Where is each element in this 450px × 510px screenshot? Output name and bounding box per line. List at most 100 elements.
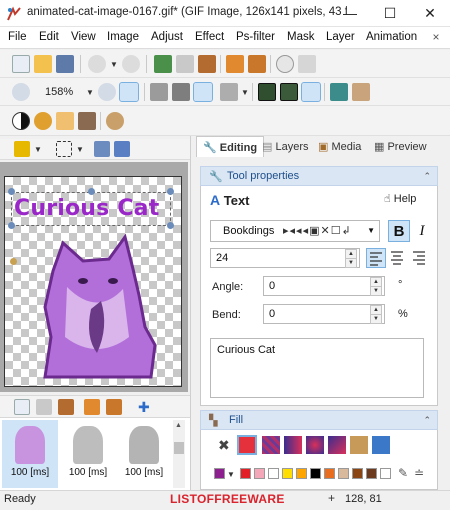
palette-swatch[interactable] <box>214 468 225 479</box>
menu-view[interactable]: View <box>71 31 96 43</box>
layer-above-icon[interactable] <box>172 83 190 101</box>
maximize-button[interactable]: ☐ <box>370 0 410 27</box>
tab-media[interactable]: ▣ Media <box>312 136 367 157</box>
image-view-icon[interactable] <box>301 82 321 102</box>
palette-swatch[interactable] <box>380 468 391 479</box>
palette-swatch[interactable] <box>352 468 363 479</box>
menu-ps-filter[interactable]: Ps-filter <box>236 31 275 43</box>
zoom-level[interactable]: 158% <box>45 86 73 98</box>
angle-field[interactable]: 0 ▲ ▼ <box>263 276 385 296</box>
font-dropdown-icon[interactable]: ▼ <box>367 226 375 235</box>
align-right-button[interactable] <box>410 248 430 268</box>
layer-below-icon[interactable] <box>150 83 168 101</box>
palette-swatch[interactable] <box>282 468 293 479</box>
arrows-icon[interactable] <box>114 141 130 157</box>
palette-menu-icon[interactable]: ≐ <box>414 466 424 480</box>
palette-swatch[interactable] <box>310 468 321 479</box>
rotate-handle[interactable] <box>10 258 17 265</box>
selection-icon[interactable] <box>56 141 72 157</box>
font-size-field[interactable]: 24 ▲ ▼ <box>210 248 360 268</box>
text-input[interactable]: Curious Cat <box>210 338 424 398</box>
eyedropper-icon[interactable]: ✎ <box>398 466 408 480</box>
undo-dropdown-icon[interactable]: ▼ <box>110 60 118 69</box>
bold-button[interactable]: B <box>388 220 410 242</box>
pattern-fill-button[interactable] <box>262 436 280 454</box>
fit-to-window-icon[interactable] <box>119 82 139 102</box>
help-button[interactable]: ☝ Help <box>384 192 416 205</box>
diagonal-gradient-button[interactable] <box>328 436 346 454</box>
bend-field[interactable]: 0 ▲ ▼ <box>263 304 385 324</box>
palette-swatch[interactable] <box>366 468 377 479</box>
grid-dots-icon[interactable] <box>280 83 298 101</box>
resize-handle[interactable] <box>8 188 15 195</box>
new-file-icon[interactable] <box>12 55 30 73</box>
menu-layer[interactable]: Layer <box>326 31 355 43</box>
fill-header[interactable]: ▚ Fill ⌃ <box>200 410 438 430</box>
layers-dropdown-icon[interactable]: ▼ <box>241 88 249 97</box>
collapse-icon[interactable]: ⌃ <box>423 415 431 426</box>
menu-edit[interactable]: Edit <box>39 31 59 43</box>
palette-swatch[interactable] <box>240 468 251 479</box>
menu-animation[interactable]: Animation <box>366 31 417 43</box>
ruler-icon[interactable] <box>352 83 370 101</box>
crop-icon[interactable] <box>226 55 244 73</box>
cut-icon[interactable] <box>154 55 172 73</box>
no-fill-icon[interactable]: ✖ <box>218 437 230 454</box>
moon-icon[interactable] <box>34 112 52 130</box>
zoom-icon[interactable] <box>12 83 30 101</box>
pen-icon[interactable] <box>94 141 110 157</box>
linear-gradient-button[interactable] <box>284 436 302 454</box>
scroll-thumb[interactable] <box>174 442 184 454</box>
palette-swatch[interactable] <box>268 468 279 479</box>
image-fill-button[interactable] <box>372 436 390 454</box>
align-left-button[interactable] <box>366 248 386 268</box>
align-center-button[interactable] <box>388 248 408 268</box>
canvas-text[interactable]: Curious Cat <box>14 196 159 221</box>
zoom-dropdown-icon[interactable]: ▼ <box>86 88 94 97</box>
resize-handle[interactable] <box>167 188 174 195</box>
open-folder-icon[interactable] <box>34 55 52 73</box>
selection-dropdown-icon[interactable]: ▼ <box>76 145 84 154</box>
save-icon[interactable] <box>56 55 74 73</box>
tab-editing[interactable]: 🔧 Editing <box>196 136 265 157</box>
radial-gradient-button[interactable] <box>306 436 324 454</box>
frames-scrollbar[interactable]: ▲ <box>173 420 185 488</box>
wand-dropdown-icon[interactable]: ▼ <box>34 145 42 154</box>
resize-handle[interactable] <box>8 222 15 229</box>
paste-icon[interactable] <box>198 55 216 73</box>
user-icon[interactable] <box>106 112 124 130</box>
menu-mask[interactable]: Mask <box>287 31 314 43</box>
minimize-button[interactable]: — <box>330 0 370 27</box>
frame-thumbnail[interactable]: 100 [ms] <box>2 420 58 488</box>
palette-swatch[interactable] <box>324 468 335 479</box>
paste-frame-icon[interactable] <box>58 399 74 415</box>
menu-effect[interactable]: Effect <box>195 31 224 43</box>
redo-icon[interactable] <box>122 55 140 73</box>
tool-properties-header[interactable]: 🔧 Tool properties ⌃ <box>200 166 438 186</box>
zoom-in-icon[interactable] <box>98 83 116 101</box>
frame-thumbnail[interactable]: 100 [ms] <box>116 420 172 488</box>
resize-icon[interactable] <box>248 55 266 73</box>
scroll-up-icon[interactable]: ▲ <box>175 422 182 429</box>
grid-icon[interactable] <box>258 83 276 101</box>
menu-image[interactable]: Image <box>107 31 139 43</box>
undo-icon[interactable] <box>88 55 106 73</box>
menu-adjust[interactable]: Adjust <box>151 31 183 43</box>
frame-resize-icon[interactable] <box>106 399 122 415</box>
resize-handle[interactable] <box>88 188 95 195</box>
palette-dropdown-icon[interactable]: ▼ <box>227 470 235 479</box>
italic-button[interactable]: I <box>411 220 433 242</box>
texture-fill-button[interactable] <box>350 436 368 454</box>
bend-down-icon[interactable]: ▼ <box>370 314 382 324</box>
new-frame-icon[interactable] <box>14 399 30 415</box>
frame-thumbnail[interactable]: 100 [ms] <box>60 420 116 488</box>
palette-swatch[interactable] <box>296 468 307 479</box>
hand-icon[interactable] <box>298 55 316 73</box>
close-button[interactable]: ✕ <box>410 0 450 27</box>
triangle-icon[interactable] <box>56 112 74 130</box>
palette-swatch[interactable] <box>338 468 349 479</box>
brush-icon[interactable] <box>78 112 96 130</box>
pointer-icon[interactable] <box>276 55 294 73</box>
landscape-icon[interactable] <box>330 83 348 101</box>
resize-handle[interactable] <box>167 222 174 229</box>
